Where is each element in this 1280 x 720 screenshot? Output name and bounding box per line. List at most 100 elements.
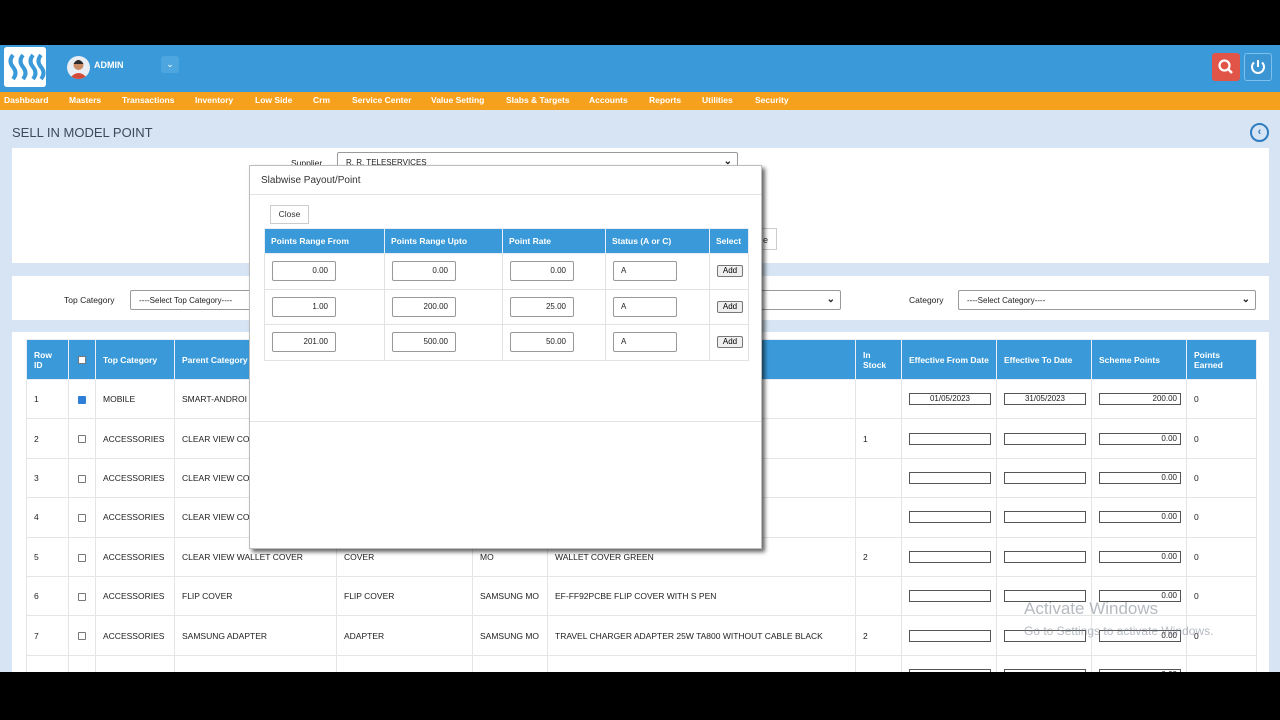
row-checkbox[interactable] [78, 435, 86, 444]
in-stock-cell [855, 378, 902, 420]
menu-dashboard[interactable]: Dashboard [4, 95, 48, 105]
menu-reports[interactable]: Reports [649, 95, 681, 105]
avatar[interactable] [67, 56, 90, 79]
add-button[interactable]: Add [717, 300, 743, 313]
range-from-input[interactable]: 201.00 [272, 332, 336, 353]
divider [250, 194, 761, 195]
effective-from-input[interactable]: 01/05/2023 [909, 393, 991, 406]
menu-value-setting[interactable]: Value Setting [431, 95, 484, 105]
effective-to-input[interactable] [1004, 550, 1086, 563]
activate-windows-watermark: Activate Windows [1024, 599, 1159, 618]
menu-low-side[interactable]: Low Side [255, 95, 292, 105]
range-upto-input[interactable]: 500.00 [392, 332, 456, 353]
close-button[interactable]: Close [270, 205, 309, 224]
parent-category-cell: SAMSUNG ADAPTER [174, 654, 337, 672]
menu-crm[interactable]: Crm [313, 95, 330, 105]
row-checkbox[interactable] [78, 592, 86, 601]
effective-to-cell [996, 457, 1092, 499]
row-checkbox[interactable] [78, 395, 86, 404]
scheme-points-input[interactable]: 0.00 [1099, 550, 1181, 563]
row-select-cell [68, 615, 96, 656]
in-stock-cell: 2 [855, 536, 902, 577]
effective-from-input[interactable] [909, 590, 991, 603]
row-select-cell [68, 654, 96, 672]
menu-security[interactable]: Security [755, 95, 789, 105]
effective-from-input[interactable] [909, 471, 991, 484]
category-select[interactable]: ----Select Category---- ⌄ [958, 290, 1256, 310]
parent-category-select[interactable]: ⌄ [752, 290, 841, 310]
row-checkbox[interactable] [78, 514, 86, 523]
menu-service-center[interactable]: Service Center [352, 95, 412, 105]
select-cell: Add [709, 288, 749, 325]
app-window: ADMIN ⌄ Dashboard Masters Transactions I… [0, 45, 1280, 672]
in-stock-cell [855, 457, 902, 499]
status-input[interactable]: A [613, 296, 677, 317]
status-input[interactable]: A [613, 332, 677, 353]
effective-to-input[interactable] [1004, 471, 1086, 484]
range-from-input[interactable]: 0.00 [272, 261, 336, 282]
scheme-points-input[interactable]: 200.00 [1099, 393, 1181, 406]
logout-button[interactable] [1244, 53, 1272, 81]
add-button[interactable]: Add [717, 336, 743, 349]
slab-body: 0.00 0.00 0.00 A Add 1.00 200.00 25.00 A Add 201.0… [264, 253, 749, 361]
menu-inventory[interactable]: Inventory [195, 95, 233, 105]
slab-col-from: Points Range From [264, 228, 385, 254]
row-select-cell [68, 497, 96, 538]
model-cell: TRAVEL CHARGER ADAPTER 25W TA800 WITHOUT… [547, 654, 856, 672]
menu-slabs-targets[interactable]: Slabs & Targets [506, 95, 570, 105]
col-select-all [68, 339, 96, 380]
effective-to-input[interactable] [1004, 511, 1086, 524]
menu-accounts[interactable]: Accounts [589, 95, 628, 105]
col-points-earned: Points Earned [1186, 339, 1257, 380]
effective-from-cell [901, 575, 997, 617]
top-category-label: Top Category [64, 295, 115, 305]
status-input[interactable]: A [613, 261, 677, 282]
effective-from-input[interactable] [909, 511, 991, 524]
effective-to-cell [996, 418, 1092, 459]
back-icon[interactable]: ‹ [1250, 123, 1269, 142]
point-rate-input[interactable]: 50.00 [510, 332, 574, 353]
row-checkbox[interactable] [78, 474, 86, 483]
effective-from-input[interactable] [909, 629, 991, 642]
top-category-select[interactable]: ----Select Top Category---- [130, 290, 260, 310]
page-title: SELL IN MODEL POINT [12, 125, 153, 140]
modal-title: Slabwise Payout/Point [261, 175, 361, 186]
effective-to-input[interactable] [1004, 432, 1086, 445]
effective-from-input[interactable] [909, 668, 991, 672]
scheme-points-input[interactable]: 0.00 [1099, 432, 1181, 445]
row-id-cell: 8 [26, 654, 69, 672]
points-earned-cell: 0 [1186, 654, 1257, 672]
range-upto-input[interactable]: 0.00 [392, 261, 456, 282]
scheme-points-input[interactable]: 0.00 [1099, 668, 1181, 672]
effective-from-input[interactable] [909, 550, 991, 563]
category-cell: FLIP COVER [336, 575, 473, 617]
in-stock-cell [855, 654, 902, 672]
menu-transactions[interactable]: Transactions [122, 95, 174, 105]
point-rate-input[interactable]: 25.00 [510, 296, 574, 317]
effective-from-cell: 01/05/2023 [901, 378, 997, 420]
effective-from-cell [901, 497, 997, 538]
search-button[interactable] [1212, 53, 1240, 81]
user-dropdown-chevron-icon[interactable]: ⌄ [161, 56, 179, 73]
scheme-points-input[interactable]: 0.00 [1099, 471, 1181, 484]
category-cell: ADAPTER [336, 615, 473, 656]
row-checkbox[interactable] [78, 553, 86, 562]
select-cell: Add [709, 253, 749, 290]
effective-from-input[interactable] [909, 432, 991, 445]
effective-to-input[interactable]: 31/05/2023 [1004, 393, 1086, 406]
top-category-cell: ACCESSORIES [95, 457, 175, 499]
range-from-input[interactable]: 1.00 [272, 296, 336, 317]
row-checkbox[interactable] [78, 632, 86, 641]
row-id-cell: 2 [26, 418, 69, 459]
company-logo[interactable] [4, 47, 46, 87]
row-id-cell: 3 [26, 457, 69, 499]
range-upto-input[interactable]: 200.00 [392, 296, 456, 317]
menu-utilities[interactable]: Utilities [702, 95, 733, 105]
scheme-points-input[interactable]: 0.00 [1099, 511, 1181, 524]
effective-to-input[interactable] [1004, 668, 1086, 672]
effective-from-cell [901, 654, 997, 672]
select-all-checkbox[interactable] [78, 356, 86, 365]
point-rate-input[interactable]: 0.00 [510, 261, 574, 282]
add-button[interactable]: Add [717, 265, 743, 278]
menu-masters[interactable]: Masters [69, 95, 101, 105]
